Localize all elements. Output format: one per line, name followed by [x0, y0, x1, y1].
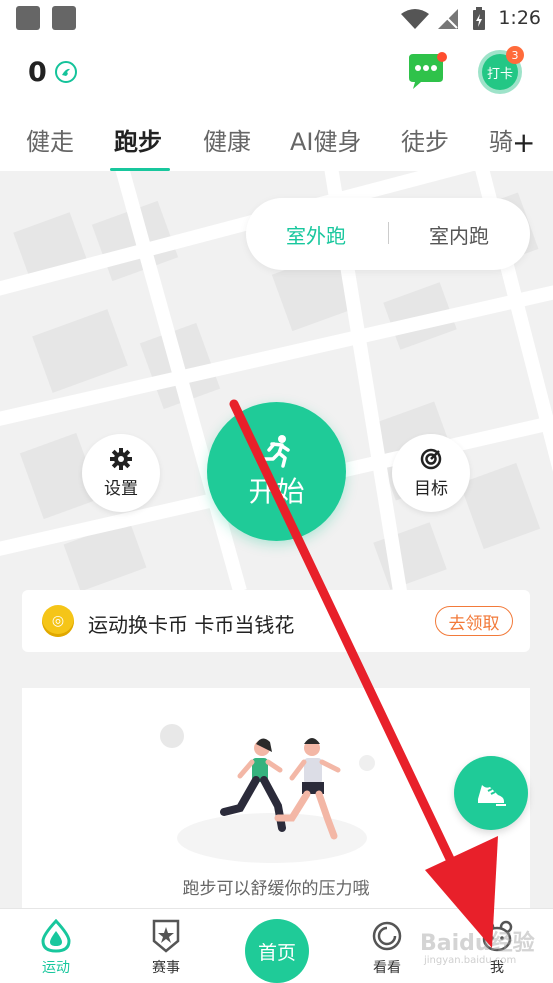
settings-button[interactable]: 设置 [82, 434, 160, 512]
nav-watch[interactable]: 看看 [352, 919, 422, 977]
start-button[interactable]: 开始 [207, 402, 346, 541]
clock: 1:26 [498, 7, 541, 29]
baidu-watermark-url: jingyan.baidu.com [424, 955, 517, 966]
notification-icon [16, 6, 40, 30]
promo-text: 运动换卡币 卡币当钱花 [88, 613, 295, 637]
claim-button[interactable]: 去领取 [435, 606, 513, 636]
nav-events-label: 赛事 [152, 960, 180, 976]
coin-balance[interactable]: 0 [28, 56, 77, 88]
gear-icon [110, 447, 132, 470]
nav-watch-label: 看看 [373, 960, 401, 976]
coin-icon: ◎ [42, 605, 74, 637]
outdoor-run-option[interactable]: 室外跑 [286, 220, 346, 249]
nav-sport[interactable]: 运动 [21, 919, 91, 977]
add-tab-icon[interactable]: + [512, 126, 535, 159]
sport-tabs: 健走 跑步 健康 AI健身 徒步 骑 + [0, 112, 553, 171]
nav-home[interactable]: 首页 [245, 919, 309, 983]
baidu-watermark: Baidu经验 [420, 931, 535, 956]
goal-button[interactable]: 目标 [392, 434, 470, 512]
target-icon [420, 448, 442, 469]
runner-icon [262, 434, 290, 468]
coin-promo-banner[interactable]: ◎ 运动换卡币 卡币当钱花 去领取 [22, 590, 530, 652]
tab-running[interactable]: 跑步 [114, 122, 162, 157]
sport-drop-icon [41, 919, 71, 953]
tab-hiking[interactable]: 徒步 [401, 122, 449, 157]
divider [388, 222, 389, 244]
status-bar: 1:26 [0, 0, 553, 40]
checkin-button[interactable]: 打卡 3 [478, 46, 524, 94]
wifi-icon [401, 9, 429, 29]
running-tip-text: 跑步可以舒缓你的压力哦 [182, 879, 370, 899]
nav-sport-label: 运动 [42, 960, 70, 976]
chat-icon [409, 52, 447, 89]
settings-label: 设置 [104, 478, 138, 499]
nav-events[interactable]: 赛事 [131, 919, 201, 977]
shoe-icon [478, 785, 506, 806]
battery-icon [473, 7, 485, 30]
start-label: 开始 [248, 474, 305, 508]
run-mode-switch: 室外跑 室内跑 [246, 198, 530, 270]
runners-illustration [160, 724, 375, 863]
tab-health[interactable]: 健康 [203, 122, 251, 157]
coin-icon [54, 61, 77, 83]
indoor-run-option[interactable]: 室内跑 [429, 220, 489, 249]
message-button[interactable] [405, 52, 449, 92]
no-signal-icon [438, 9, 458, 29]
badge-icon [152, 919, 180, 953]
tab-ai-fitness[interactable]: AI健身 [290, 122, 362, 157]
swirl-icon [372, 921, 402, 951]
checkin-badge: 3 [506, 46, 524, 64]
notification-icon [52, 6, 76, 30]
goal-label: 目标 [414, 478, 448, 499]
tab-walk[interactable]: 健走 [26, 122, 74, 157]
tab-cycling[interactable]: 骑 [489, 122, 513, 157]
coin-count: 0 [28, 56, 47, 88]
shoe-button[interactable] [454, 756, 528, 830]
